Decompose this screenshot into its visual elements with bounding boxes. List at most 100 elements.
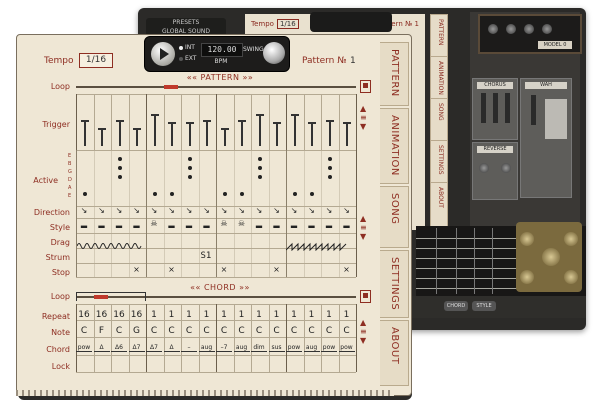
style-mute-icon[interactable]: ▂ xyxy=(164,219,180,228)
active-dot[interactable] xyxy=(292,192,297,196)
tempo-field[interactable]: 1/16 xyxy=(79,53,113,68)
chord-cell[interactable]: Δ xyxy=(93,344,110,352)
fx-slider[interactable] xyxy=(493,93,498,123)
tuner-knob[interactable] xyxy=(520,270,534,284)
amp-knob[interactable] xyxy=(542,24,552,34)
tuner-knob[interactable] xyxy=(564,270,578,284)
note-cell[interactable]: C xyxy=(234,326,250,336)
trigger-bar[interactable] xyxy=(293,114,296,146)
active-dot[interactable] xyxy=(117,175,122,179)
repeat-cell[interactable]: 1 xyxy=(339,310,355,320)
direction-arrow-icon[interactable]: ↘ xyxy=(251,206,267,215)
trigger-bar[interactable] xyxy=(258,114,261,146)
chord-cell[interactable]: pow xyxy=(286,344,302,352)
tuner-knob[interactable] xyxy=(542,248,560,266)
trigger-bar[interactable] xyxy=(328,119,331,146)
skull-icon[interactable]: ☠ xyxy=(216,219,232,228)
style-mute-icon[interactable]: ▂ xyxy=(129,219,145,228)
style-mute-icon[interactable]: ▂ xyxy=(76,219,92,228)
tab-pattern[interactable]: PATTERN xyxy=(380,42,409,106)
amp-model-label[interactable]: MODEL 0 xyxy=(538,41,572,49)
chord-cell[interactable]: pow xyxy=(321,344,337,352)
repeat-cell[interactable]: 1 xyxy=(251,310,267,320)
repeat-cell[interactable]: 1 xyxy=(321,310,337,320)
trigger-bar[interactable] xyxy=(206,119,209,146)
style-button[interactable]: STYLE xyxy=(472,301,496,311)
direction-arrow-icon[interactable]: ↘ xyxy=(76,206,92,215)
chord-cell[interactable]: pow xyxy=(76,344,92,352)
repeat-cell[interactable]: 1 xyxy=(269,310,285,320)
direction-arrow-icon[interactable]: ↘ xyxy=(216,206,232,215)
note-cell[interactable]: C xyxy=(146,326,162,336)
trigger-bar[interactable] xyxy=(311,122,314,146)
active-dot[interactable] xyxy=(152,192,157,196)
active-dot[interactable] xyxy=(257,166,262,170)
chord-copy-button[interactable] xyxy=(360,290,371,303)
back-transport[interactable] xyxy=(310,12,392,32)
trigger-bar[interactable] xyxy=(223,127,226,146)
fx-slider[interactable] xyxy=(481,93,486,123)
fx2-reverse-label[interactable]: REVERSE xyxy=(477,146,513,153)
amp-knob[interactable] xyxy=(506,24,516,34)
trigger-bar[interactable] xyxy=(136,127,139,146)
skull-icon[interactable]: ☠ xyxy=(234,219,250,228)
note-cell[interactable]: C xyxy=(181,326,197,336)
stop-mark-icon[interactable]: × xyxy=(164,265,180,274)
note-cell[interactable]: C xyxy=(199,326,215,336)
note-cell[interactable]: C xyxy=(321,326,337,336)
style-mute-icon[interactable]: ▂ xyxy=(286,219,302,228)
drag-wave[interactable] xyxy=(285,236,352,252)
note-cell[interactable]: C xyxy=(76,326,92,336)
chord-cell[interactable]: Δ6 xyxy=(111,344,127,352)
chord-cell[interactable]: Δ xyxy=(163,344,180,352)
direction-arrow-icon[interactable]: ↘ xyxy=(94,206,110,215)
repeat-cell[interactable]: 16 xyxy=(94,310,110,320)
chord-cell[interactable]: aug xyxy=(198,344,215,352)
style-mute-icon[interactable]: ▂ xyxy=(304,219,320,228)
direction-arrow-icon[interactable]: ↘ xyxy=(129,206,145,215)
direction-arrow-icon[interactable]: ↘ xyxy=(111,206,127,215)
trigger-bar[interactable] xyxy=(171,122,174,146)
note-cell[interactable]: C xyxy=(339,326,355,336)
note-cell[interactable]: C xyxy=(269,326,285,336)
tuner-knob[interactable] xyxy=(564,232,578,246)
tab-about[interactable]: ABOUT xyxy=(380,320,409,386)
active-dot[interactable] xyxy=(327,166,332,170)
trigger-bar[interactable] xyxy=(153,114,156,146)
fx1-chorus-label[interactable]: CHORUS xyxy=(477,82,513,89)
chord-cell[interactable]: Δ7 xyxy=(146,344,162,352)
chord-cell[interactable]: Δ7 xyxy=(128,344,145,352)
chord-cell[interactable]: sus xyxy=(268,344,285,352)
chord-cell[interactable]: aug xyxy=(303,344,320,352)
active-dot[interactable] xyxy=(187,157,192,161)
active-dot[interactable] xyxy=(257,157,262,161)
fx-knob[interactable] xyxy=(501,163,511,173)
tab-animation[interactable]: ANIMATION xyxy=(380,108,409,184)
note-cell[interactable]: C xyxy=(304,326,320,336)
active-dot[interactable] xyxy=(82,192,87,196)
repeat-cell[interactable]: 1 xyxy=(286,310,302,320)
tab-settings[interactable]: SETTINGS xyxy=(380,250,409,318)
swing-knob[interactable] xyxy=(263,42,285,64)
note-cell[interactable]: C xyxy=(286,326,302,336)
strum-value[interactable]: S1 xyxy=(201,251,212,261)
repeat-cell[interactable]: 1 xyxy=(164,310,180,320)
direction-arrow-icon[interactable]: ↘ xyxy=(339,206,355,215)
play-button[interactable] xyxy=(151,42,175,66)
direction-arrow-icon[interactable]: ↘ xyxy=(304,206,320,215)
int-clock-option[interactable]: INT xyxy=(179,42,196,53)
trigger-arrows[interactable]: ▲ ≡ ▼ xyxy=(360,104,367,131)
tab-song[interactable]: SONG xyxy=(380,186,409,248)
repeat-cell[interactable]: 1 xyxy=(181,310,197,320)
trigger-bar[interactable] xyxy=(83,119,86,146)
style-mute-icon[interactable]: ▂ xyxy=(111,219,127,228)
note-cell[interactable]: C xyxy=(216,326,232,336)
direction-arrow-icon[interactable]: ↘ xyxy=(181,206,197,215)
fx-slider[interactable] xyxy=(531,95,536,125)
note-cell[interactable]: C xyxy=(111,326,127,336)
repeat-cell[interactable]: 1 xyxy=(304,310,320,320)
active-dot[interactable] xyxy=(187,175,192,179)
repeat-cell[interactable]: 1 xyxy=(216,310,232,320)
style-mute-icon[interactable]: ▂ xyxy=(94,219,110,228)
active-dot[interactable] xyxy=(327,157,332,161)
